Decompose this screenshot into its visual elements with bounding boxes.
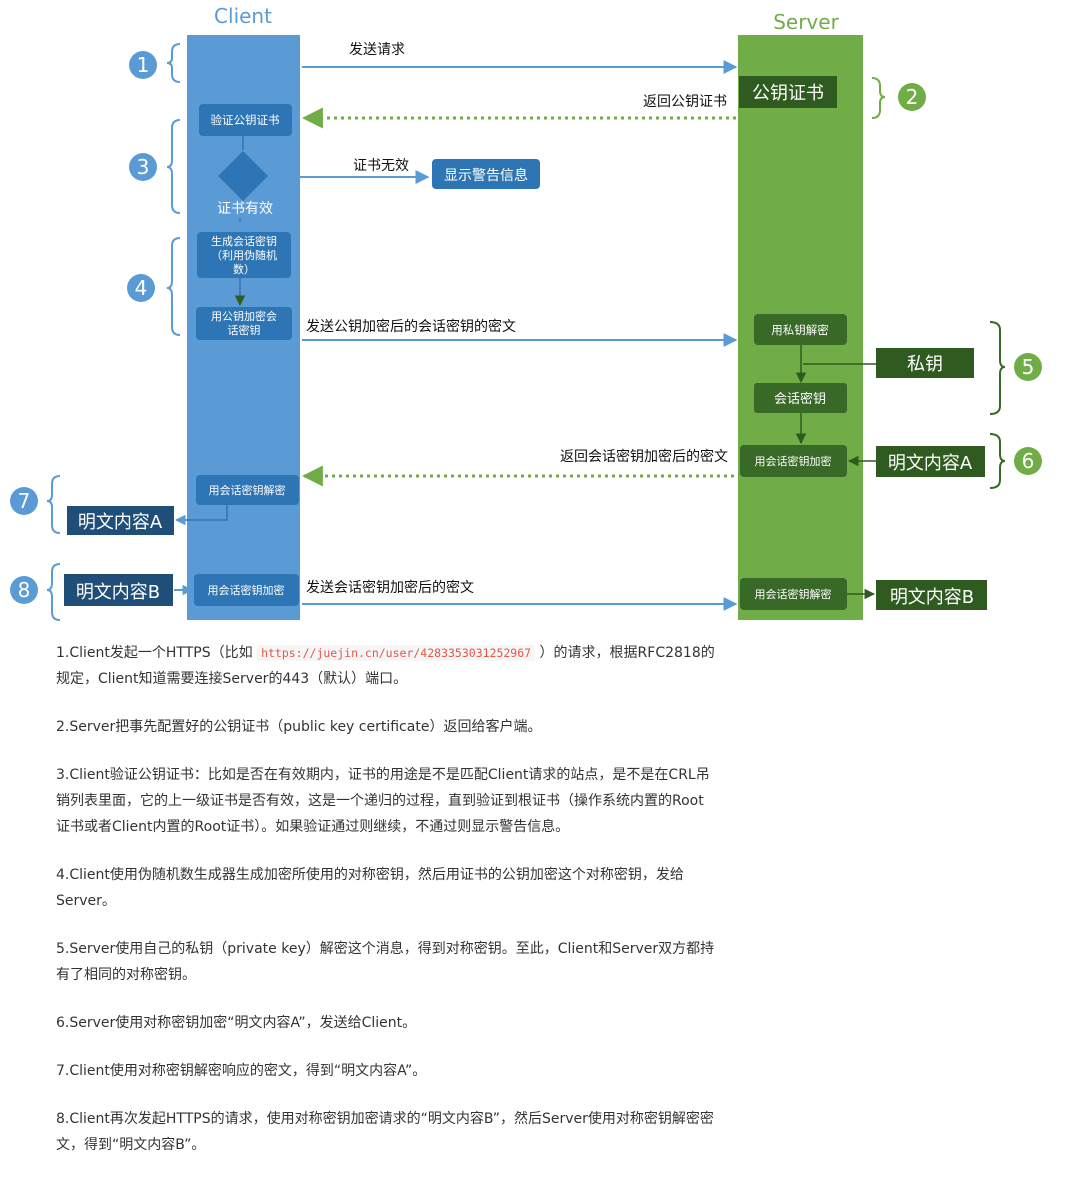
- step-number-3: 3: [129, 153, 157, 181]
- box-encrypt-session-key-line2: 话密钥: [228, 323, 261, 337]
- https-flow-diagram: Client Server 1 2 3 4 5 6 7 8 发送请求 返回公钥证…: [10, 4, 1042, 621]
- box-verify-cert-label: 验证公钥证书: [211, 113, 280, 127]
- server-lane-title: Server: [773, 10, 839, 34]
- step-number-4: 4: [127, 274, 155, 302]
- svg-text:5: 5: [1022, 355, 1035, 379]
- step-1-text: 1.Client发起一个HTTPS（比如 https://juejin.cn/u…: [56, 640, 716, 692]
- box-plaintext-a-client-label: 明文内容A: [78, 512, 163, 533]
- box-gen-session-key-line3: 数）: [233, 263, 255, 276]
- box-gen-session-key-line1: 生成会话密钥: [211, 234, 277, 248]
- example-url[interactable]: https://juejin.cn/user/4283353031252967: [257, 645, 536, 661]
- step-3-text: 3.Client验证公钥证书：比如是否在有效期内，证书的用途是不是匹配Clien…: [56, 767, 710, 835]
- step-number-6: 6: [1014, 447, 1042, 475]
- step-number-7: 7: [10, 487, 38, 515]
- bracket-7: [46, 475, 61, 534]
- step-8-text: 8.Client再次发起HTTPS的请求，使用对称密钥加密请求的“明文内容B”，…: [56, 1111, 714, 1153]
- bracket-1: [166, 43, 181, 83]
- bracket-8: [46, 563, 61, 621]
- step-4-text: 4.Client使用伪随机数生成器生成加密所使用的对称密钥，然后用证书的公钥加密…: [56, 867, 684, 909]
- box-private-decrypt-label: 用私钥解密: [771, 323, 829, 337]
- label-return-encrypted: 返回会话密钥加密后的密文: [560, 448, 728, 465]
- label-cert-invalid: 证书无效: [353, 158, 409, 174]
- svg-text:2: 2: [906, 85, 919, 109]
- box-plaintext-a-server-label: 明文内容A: [888, 453, 973, 474]
- step-descriptions: 1.Client发起一个HTTPS（比如 https://juejin.cn/u…: [56, 640, 716, 1180]
- label-send-encrypted-key: 发送公钥加密后的会话密钥的密文: [306, 318, 516, 335]
- step-number-5: 5: [1014, 353, 1042, 381]
- svg-text:8: 8: [18, 578, 31, 602]
- step-6-text: 6.Server使用对称密钥加密“明文内容A”，发送给Client。: [56, 1015, 417, 1031]
- bracket-5: [989, 321, 1006, 415]
- bracket-6: [989, 433, 1006, 489]
- svg-text:6: 6: [1022, 449, 1035, 473]
- step-number-1: 1: [129, 51, 157, 79]
- box-session-key-label: 会话密钥: [774, 391, 826, 407]
- svg-text:3: 3: [137, 155, 150, 179]
- bracket-3: [166, 119, 181, 214]
- label-send-encrypted: 发送会话密钥加密后的密文: [306, 579, 474, 596]
- label-send-request: 发送请求: [349, 42, 405, 58]
- label-return-cert: 返回公钥证书: [643, 94, 727, 110]
- svg-text:4: 4: [135, 276, 148, 300]
- svg-text:7: 7: [18, 489, 31, 513]
- bracket-2: [871, 77, 886, 119]
- box-encrypt-session-key-line1: 用公钥加密会: [211, 309, 277, 323]
- step-5-text: 5.Server使用自己的私钥（private key）解密这个消息，得到对称密…: [56, 941, 715, 983]
- box-gen-session-key-line2: （利用伪随机: [211, 248, 277, 262]
- box-client-decrypt-label: 用会话密钥解密: [209, 483, 286, 497]
- step-7-text: 7.Client使用对称密钥解密响应的密文，得到“明文内容A”。: [56, 1063, 427, 1079]
- box-server-encrypt-label: 用会话密钥加密: [755, 454, 832, 468]
- box-client-encrypt-label: 用会话密钥加密: [208, 583, 285, 597]
- step-1-prefix: 1.Client发起一个HTTPS（比如: [56, 645, 253, 661]
- box-public-cert-label: 公钥证书: [752, 83, 824, 104]
- svg-text:1: 1: [137, 53, 150, 77]
- box-server-decrypt-label: 用会话密钥解密: [755, 587, 832, 601]
- step-2-text: 2.Server把事先配置好的公钥证书（public key certifica…: [56, 719, 542, 735]
- step-number-2: 2: [898, 83, 926, 111]
- label-cert-valid: 证书有效: [217, 201, 273, 217]
- box-plaintext-b-client-label: 明文内容B: [76, 582, 160, 603]
- client-lane-title: Client: [214, 4, 272, 28]
- bracket-4: [166, 237, 181, 336]
- box-private-key-label: 私钥: [907, 354, 943, 375]
- box-plaintext-b-server-label: 明文内容B: [890, 587, 974, 608]
- box-show-warning-label: 显示警告信息: [444, 167, 528, 184]
- step-number-8: 8: [10, 576, 38, 604]
